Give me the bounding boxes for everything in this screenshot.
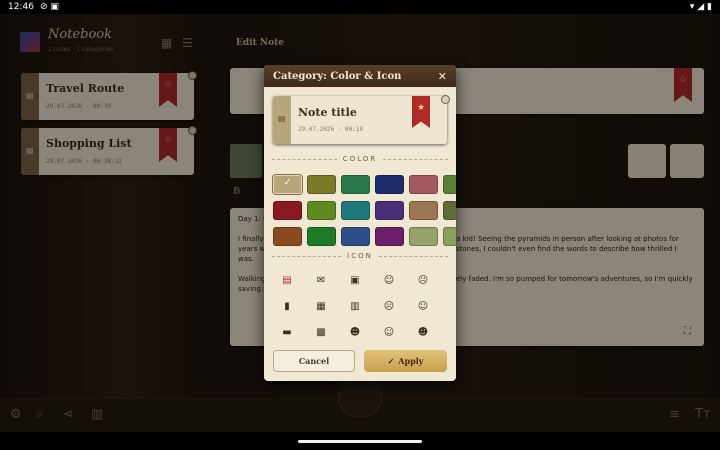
mail-icon[interactable]: ✉ [312, 272, 330, 288]
category-dialog: Category: Color & Icon ✕ ▤ Note title 29… [264, 65, 456, 381]
close-icon[interactable]: ✕ [438, 70, 447, 83]
color-swatch[interactable] [307, 175, 336, 194]
home-indicator[interactable] [298, 440, 422, 443]
star-icon: ★ [416, 103, 426, 113]
color-swatch[interactable] [375, 227, 404, 246]
color-label: COLOR [342, 155, 378, 163]
file-icon[interactable]: ▮ [278, 298, 296, 314]
icon-section-label: ICON [272, 252, 448, 260]
color-swatch[interactable] [273, 201, 302, 220]
pin-icon [441, 95, 450, 104]
preview-title: Note title [298, 106, 357, 119]
bookmark-ribbon: ★ [412, 96, 430, 128]
folder-icon[interactable]: ▬ [278, 324, 296, 340]
color-swatch[interactable]: ✓ [273, 175, 302, 194]
check-icon: ✓ [387, 356, 395, 366]
smile-2-icon[interactable]: ☺ [414, 298, 432, 314]
grin-icon[interactable]: ☻ [414, 324, 432, 340]
face-icon[interactable]: ☻ [346, 324, 364, 340]
dialog-title: Category: Color & Icon [273, 70, 402, 82]
preview-card: ▤ Note title 29.07.2026 · 00:19 ★ [273, 95, 450, 144]
color-section-label: COLOR [272, 155, 448, 163]
color-swatch[interactable] [409, 175, 438, 194]
color-swatch[interactable] [341, 227, 370, 246]
map-icon[interactable]: ▥ [346, 298, 364, 314]
note-icon: ▤ [278, 114, 286, 123]
frown-icon[interactable]: ☹ [414, 272, 432, 288]
cancel-button[interactable]: Cancel [273, 350, 355, 372]
status-bar: 12:46 ⊘ ▣ ▾ ◢ ▮ [0, 0, 720, 14]
preview-date: 29.07.2026 · 00:19 [298, 126, 364, 133]
note-icon[interactable]: ▤ [278, 272, 296, 288]
apply-label: Apply [398, 356, 424, 366]
status-time: 12:46 [8, 2, 34, 12]
notification-icon: ⊘ ▣ [39, 2, 59, 12]
color-swatch[interactable] [409, 227, 438, 246]
sad-icon[interactable]: ☹ [380, 298, 398, 314]
color-swatch[interactable] [307, 227, 336, 246]
color-swatch[interactable] [409, 201, 438, 220]
color-swatch[interactable] [341, 201, 370, 220]
status-icons: ▾ ◢ ▮ [689, 2, 712, 12]
color-swatch[interactable] [341, 175, 370, 194]
icon-label: ICON [347, 252, 373, 260]
color-swatch[interactable] [273, 227, 302, 246]
color-swatch[interactable] [443, 201, 456, 220]
happy-icon[interactable]: ☺ [380, 324, 398, 340]
check-icon: ✓ [283, 178, 292, 188]
smile-icon[interactable]: ☺ [380, 272, 398, 288]
calendar-x-icon[interactable]: ▣ [346, 272, 364, 288]
color-swatch[interactable] [375, 175, 404, 194]
calendar-check-icon[interactable]: ▩ [312, 324, 330, 340]
color-swatch[interactable] [443, 227, 456, 246]
apply-button[interactable]: ✓ Apply [364, 350, 447, 372]
color-swatch[interactable] [307, 201, 336, 220]
event-icon[interactable]: ▦ [312, 298, 330, 314]
color-swatch[interactable] [375, 201, 404, 220]
dialog-header: Category: Color & Icon ✕ [264, 65, 456, 87]
color-swatch[interactable] [443, 175, 456, 194]
